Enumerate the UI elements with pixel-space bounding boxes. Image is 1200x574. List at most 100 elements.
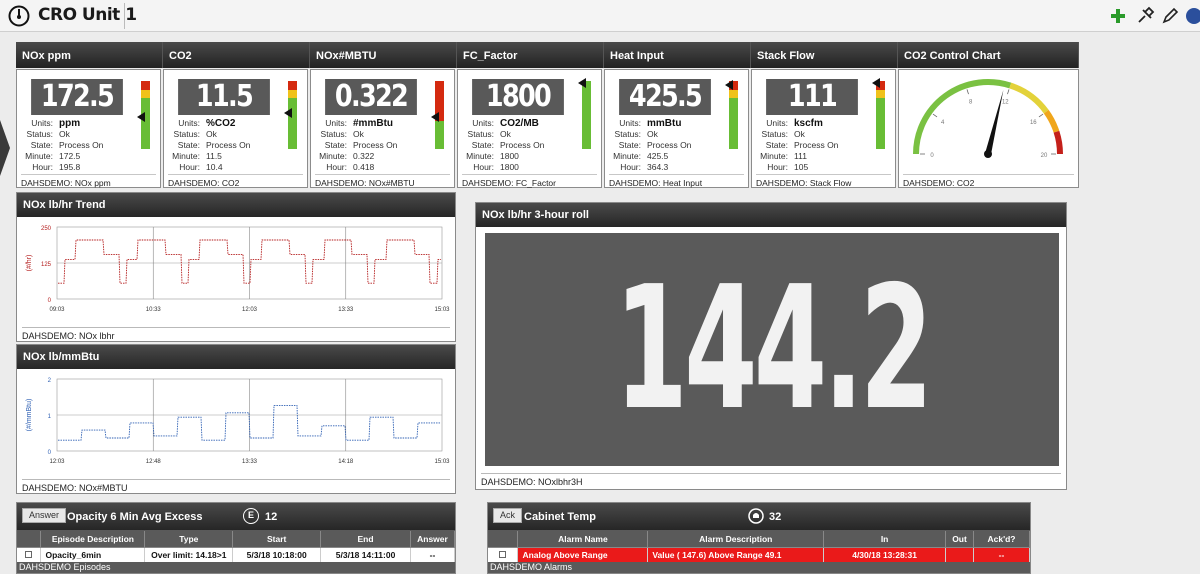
kpi-units: ppm bbox=[59, 118, 81, 129]
edit-icon[interactable] bbox=[1160, 6, 1180, 26]
y-tick-label: 2 bbox=[48, 378, 52, 384]
x-tick-label: 14:18 bbox=[338, 459, 354, 465]
x-tick-label: 13:33 bbox=[242, 459, 258, 465]
episodes-table: Episode Description Type Start End Answe… bbox=[17, 531, 456, 562]
field-label: State: bbox=[30, 140, 53, 150]
gauge-tile[interactable]: 0 4 8 12 16 20 DAHSDEMO: CO2 bbox=[898, 69, 1079, 188]
alarms-panel: Ack Cabinet Temp 32 Alarm Name Alarm Des… bbox=[487, 502, 1031, 574]
episode-icon: E bbox=[243, 508, 259, 524]
gauge-band bbox=[1043, 109, 1060, 133]
kpi-value: 11.5 bbox=[178, 79, 270, 115]
checkbox-icon[interactable] bbox=[25, 550, 33, 558]
kpi-tile[interactable]: 0.322 Units: #mmBtu Status: Ok State: Process … bbox=[310, 69, 455, 188]
collapse-arrow[interactable] bbox=[0, 120, 10, 176]
field-label: Status: bbox=[320, 129, 347, 139]
roll-value-box: 144.2 bbox=[485, 233, 1059, 466]
kpi-tile[interactable]: 425.5 Units: mmBtu Status: Ok State: Process O… bbox=[604, 69, 749, 188]
kpi-header-co2-control: CO2 Control Chart bbox=[898, 42, 1079, 68]
kpi-info: Units: %CO2 Status: Ok State: Process On Minut… bbox=[170, 118, 250, 173]
kpi-hour: 0.418 bbox=[353, 162, 375, 172]
table-row[interactable]: Opacity_6min Over limit: 14.18>1 5/3/18 … bbox=[17, 547, 456, 562]
x-tick-label: 12:03 bbox=[242, 307, 258, 313]
gauge-app-icon bbox=[8, 5, 30, 27]
kpi-hour: 105 bbox=[794, 162, 809, 172]
answer-button[interactable]: Answer bbox=[22, 508, 67, 523]
col-in: In bbox=[823, 531, 947, 548]
trend1-source: DAHSDEMO: NOx lbhr bbox=[22, 327, 450, 341]
kpi-tile[interactable]: 111 Units: kscfm Status: Ok State: Process On M… bbox=[751, 69, 896, 188]
kpi-status: Ok bbox=[500, 129, 511, 139]
gauge-hub bbox=[984, 150, 992, 158]
field-label: Hour: bbox=[326, 162, 347, 172]
kpi-units: #mmBtu bbox=[353, 118, 394, 129]
field-label: Hour: bbox=[32, 162, 53, 172]
gauge-tick bbox=[1038, 113, 1044, 118]
gauge-needle bbox=[985, 89, 1004, 155]
kpi-hour: 195.8 bbox=[59, 162, 81, 172]
nox-3hr-roll-panel[interactable]: NOx lb/hr 3-hour roll 144.2 DAHSDEMO: NO… bbox=[475, 202, 1067, 490]
help-icon[interactable] bbox=[1184, 6, 1200, 26]
kpi-header-co2: CO2 bbox=[163, 42, 310, 68]
field-label: Units: bbox=[325, 118, 347, 128]
pin-icon[interactable] bbox=[1135, 6, 1155, 26]
kpi-state: Process On bbox=[794, 140, 839, 150]
kpi-info: Units: kscfm Status: Ok State: Process On Minu… bbox=[758, 118, 838, 173]
x-tick-label: 15:03 bbox=[434, 307, 450, 313]
cell-alarm-name: Analog Above Range bbox=[517, 547, 649, 562]
kpi-tile[interactable]: 172.5 Units: ppm Status: Ok State: Process On M… bbox=[16, 69, 161, 188]
title-bar: CRO Unit 1 bbox=[0, 0, 1200, 32]
alarms-count: 32 bbox=[769, 511, 782, 523]
kpi-source: DAHSDEMO: CO2 bbox=[168, 174, 303, 188]
level-bar bbox=[876, 81, 885, 149]
gauge-tick-label: 16 bbox=[1030, 120, 1037, 126]
episodes-header: Answer Opacity 6 Min Avg Excess E 12 bbox=[17, 503, 455, 530]
nox-lbmmbtu-panel[interactable]: NOx lb/mmBtu 2 1 0 12:03 12:48 13:33 14:18 15:0… bbox=[16, 344, 456, 494]
nox-lbhr-trend-chart: 250 125 0 09:03 10:33 12:03 13:33 15:03 (#/hr) bbox=[26, 226, 450, 313]
kpi-units: CO2/MB bbox=[500, 118, 539, 129]
kpi-value: 0.322 bbox=[325, 79, 417, 115]
plus-icon[interactable] bbox=[1108, 6, 1128, 26]
x-tick-label: 10:33 bbox=[146, 307, 162, 313]
field-label: Status: bbox=[467, 129, 494, 139]
field-label: Minute: bbox=[172, 151, 200, 161]
kpi-status: Ok bbox=[647, 129, 658, 139]
kpi-source: DAHSDEMO: Heat Input bbox=[609, 174, 744, 188]
checkbox-icon[interactable] bbox=[499, 550, 507, 558]
alarms-table: Alarm Name Alarm Description In Out Ack'… bbox=[488, 531, 1030, 562]
kpi-header-stack-flow: Stack Flow bbox=[751, 42, 898, 68]
episodes-title: Opacity 6 Min Avg Excess bbox=[67, 511, 203, 523]
table-header-row: Episode Description Type Start End Answe… bbox=[17, 531, 456, 548]
roll-source: DAHSDEMO: NOxlbhr3H bbox=[481, 473, 1061, 487]
x-tick-label: 13:33 bbox=[338, 307, 354, 313]
field-label: Units: bbox=[619, 118, 641, 128]
field-label: Minute: bbox=[760, 151, 788, 161]
kpi-info: Units: ppm Status: Ok State: Process On Minute… bbox=[23, 118, 103, 173]
kpi-header-heat-input: Heat Input bbox=[604, 42, 751, 68]
field-label: Status: bbox=[26, 129, 53, 139]
kpi-units: kscfm bbox=[794, 118, 823, 129]
kpi-units: mmBtu bbox=[647, 118, 682, 129]
field-label: Units: bbox=[766, 118, 788, 128]
kpi-state: Process On bbox=[500, 140, 545, 150]
row-checkbox[interactable] bbox=[488, 547, 519, 562]
x-tick-label: 09:03 bbox=[49, 307, 65, 313]
kpi-status: Ok bbox=[353, 129, 364, 139]
panel-title: NOx lb/hr 3-hour roll bbox=[476, 203, 1066, 227]
kpi-minute: 1800 bbox=[500, 151, 519, 161]
kpi-state: Process On bbox=[647, 140, 692, 150]
cell-ackd: -- bbox=[973, 547, 1030, 562]
field-label: State: bbox=[765, 140, 788, 150]
cell-alarm-description: Value ( 147.6) Above Range 49.1 bbox=[647, 547, 825, 562]
nox-lbmmbtu-chart: 2 1 0 12:03 12:48 13:33 14:18 15:03 (#/mmBtu) bbox=[26, 378, 450, 465]
ack-button[interactable]: Ack bbox=[493, 508, 523, 523]
row-checkbox[interactable] bbox=[17, 547, 42, 562]
y-tick-label: 0 bbox=[48, 450, 52, 456]
field-label: Status: bbox=[173, 129, 200, 139]
table-header-row: Alarm Name Alarm Description In Out Ack'… bbox=[488, 531, 1030, 548]
cell-start: 5/3/18 10:18:00 bbox=[232, 547, 322, 562]
kpi-tile[interactable]: 1800 Units: CO2/MB Status: Ok State: Process O… bbox=[457, 69, 602, 188]
kpi-tile[interactable]: 11.5 Units: %CO2 Status: Ok State: Process On M… bbox=[163, 69, 308, 188]
nox-lbhr-trend-panel[interactable]: NOx lb/hr Trend 250 125 0 09:03 10:33 12:03 13… bbox=[16, 192, 456, 342]
table-row[interactable]: Analog Above Range Value ( 147.6) Above … bbox=[488, 547, 1030, 562]
kpi-status: Ok bbox=[59, 129, 70, 139]
